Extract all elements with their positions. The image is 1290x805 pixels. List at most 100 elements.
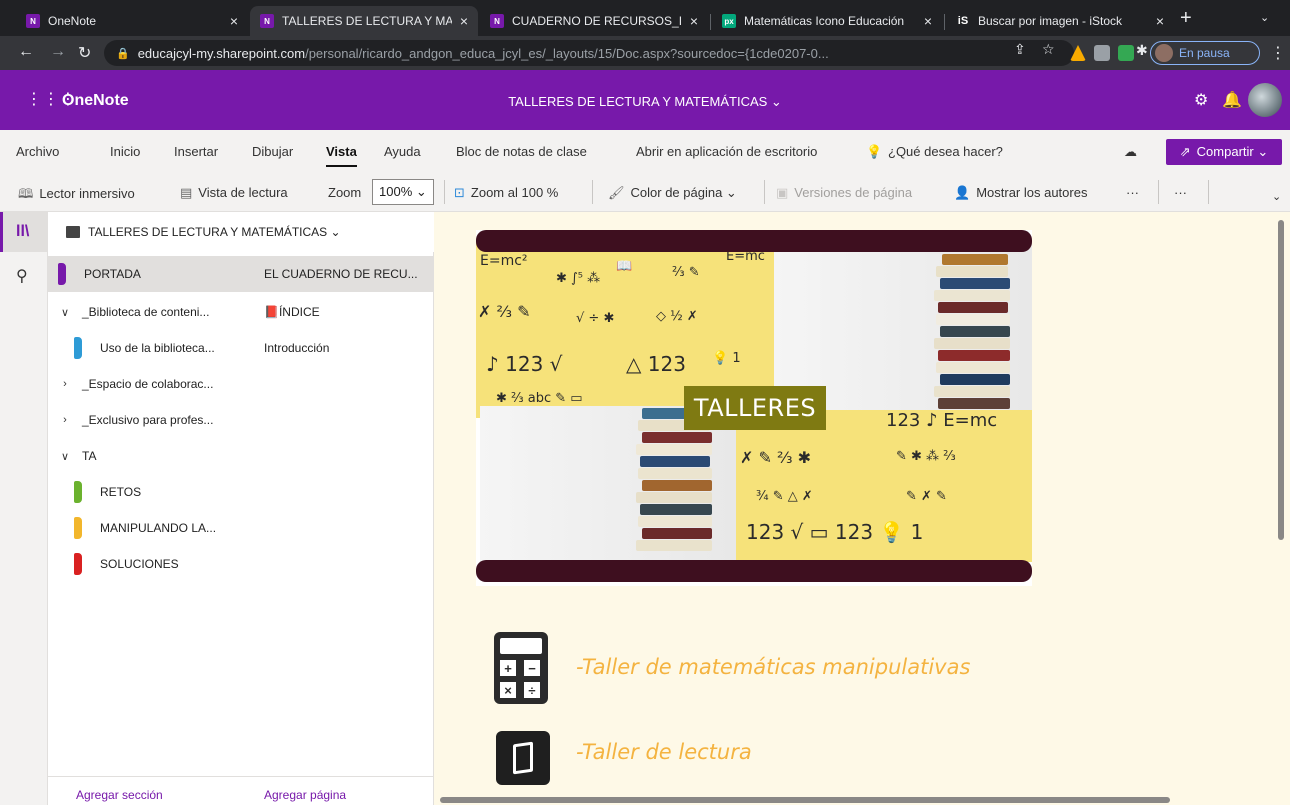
section-label: SOLUCIONES [100,557,179,571]
close-tab-icon[interactable]: × [690,13,698,29]
section-retos[interactable]: RETOS [48,474,244,510]
browser-tab-strip: N OneNote × N TALLERES DE LECTURA Y MA ×… [0,0,1290,36]
tab-search-chevron-icon[interactable]: ⌄ [1260,11,1269,24]
share-icon: ⇗ [1179,144,1191,159]
share-page-icon[interactable]: ⇪ [1014,41,1026,58]
immersive-reader-icon: 🕮 [18,186,34,201]
section-group-label: _Exclusivo para profes... [82,413,214,427]
taller-lectura-text: -Taller de lectura [576,740,752,764]
section-portada[interactable]: PORTADA [48,256,244,292]
tell-me-search[interactable]: ¿Qué desea hacer? [888,144,1003,159]
close-tab-icon[interactable]: × [230,13,238,29]
menu-dibujar[interactable]: Dibujar [252,144,293,159]
notebook-switcher[interactable]: TALLERES DE LECTURA Y MATEMÁTICAS ⌄ [48,212,433,252]
zoom-100-label: Zoom al 100 % [470,185,559,200]
close-tab-icon[interactable]: × [460,13,468,29]
onenote-favicon-icon: N [260,14,274,28]
pixabay-favicon-icon: px [722,14,736,28]
chevron-down-icon: ∨ [60,450,70,463]
more-options-icon[interactable]: ··· [1126,185,1139,200]
talleres-title: TALLERES [684,386,826,430]
menu-insertar[interactable]: Insertar [174,144,218,159]
add-section-button[interactable]: Agregar sección [76,788,163,802]
page-versions-button[interactable]: ▣ Versiones de página [776,185,912,201]
show-authors-label: Mostrar los autores [976,185,1088,200]
notebook-icon [66,226,80,238]
browser-tab-active[interactable]: N TALLERES DE LECTURA Y MA × [250,6,478,36]
page-item[interactable]: EL CUADERNO DE RECU... [244,256,434,292]
close-tab-icon[interactable]: × [1156,13,1164,29]
bookmark-star-icon[interactable]: ☆ [1042,41,1055,58]
menu-bloc-de-notas-de-clase[interactable]: Bloc de notas de clase [456,144,587,159]
share-button[interactable]: ⇗ Compartir ⌄ [1166,139,1282,165]
tab-title: OneNote [48,14,97,28]
separator [592,180,593,204]
notifications-bell-icon[interactable]: 🔔 [1222,90,1242,110]
ribbon-collapse-chevron-icon[interactable]: ⌄ [1272,190,1281,203]
add-page-button[interactable]: Agregar página [264,788,346,802]
user-avatar[interactable] [1248,83,1282,117]
menu-abrir-en-escritorio[interactable]: Abrir en aplicación de escritorio [636,144,817,159]
pane-divider [48,776,434,777]
horizontal-scrollbar[interactable] [440,797,1170,803]
page-color-label: Color de página ⌄ [630,185,737,200]
section-group-label: TA [82,449,97,463]
zoom-100-button[interactable]: ⊡ Zoom al 100 % [454,185,558,201]
brush-stroke-top [476,230,1032,252]
immersive-reader-button[interactable]: 🕮 Lector inmersivo [18,185,135,207]
browser-tab[interactable]: N CUADERNO DE RECURSOS_I × [480,6,708,36]
zoom-select[interactable]: 100% ⌄ [372,179,434,205]
menu-vista[interactable]: Vista [326,144,357,167]
extension-icon[interactable] [1094,45,1110,61]
browser-tab[interactable]: iS Buscar por imagen - iStock × [946,6,1174,36]
search-icon[interactable]: ⚲ [16,266,28,286]
cloud-sync-icon[interactable]: ☁ [1124,144,1137,160]
page-item[interactable]: Introducción [244,330,434,366]
more-options-icon[interactable]: ··· [1174,185,1187,200]
menu-ayuda[interactable]: Ayuda [384,144,421,159]
tab-title: Buscar por imagen - iStock [978,14,1123,28]
extension-green-icon[interactable] [1118,45,1134,61]
section-label: MANIPULANDO LA... [100,521,217,535]
onenote-favicon-icon: N [490,14,504,28]
profile-status: En pausa [1179,46,1230,60]
address-bar[interactable]: 🔒 educajcyl-my.sharepoint.com /personal/… [104,40,1074,66]
page-item[interactable]: 📕ÍNDICE [244,294,434,330]
section-uso-biblioteca[interactable]: Uso de la biblioteca... [48,330,244,366]
section-label: Uso de la biblioteca... [100,341,215,355]
reload-icon[interactable]: ↻ [78,43,91,63]
reading-view-button[interactable]: ▤ Vista de lectura [180,185,288,201]
close-tab-icon[interactable]: × [924,13,932,29]
show-authors-button[interactable]: 👤 Mostrar los autores [954,185,1087,201]
section-label: PORTADA [84,267,141,281]
chrome-menu-icon[interactable]: ⋮ [1270,43,1286,63]
page-versions-label: Versiones de página [794,185,913,200]
reading-view-label: Vista de lectura [198,185,288,200]
page-color-button[interactable]: 🖌 Color de página ⌄ [608,185,737,201]
document-title[interactable]: TALLERES DE LECTURA Y MATEMÁTICAS ⌄ [0,94,1290,110]
section-manipulando[interactable]: MANIPULANDO LA... [48,510,244,546]
back-icon[interactable]: ← [18,43,34,61]
settings-gear-icon[interactable]: ⚙ [1194,90,1208,110]
section-group-espacio[interactable]: › _Espacio de colaborac... [48,366,244,402]
notebooks-button[interactable]: ll\ [0,212,48,252]
section-color-tab [58,263,66,285]
page-label: Introducción [264,341,330,355]
menu-archivo[interactable]: Archivo [16,144,59,159]
new-tab-icon[interactable]: + [1180,7,1192,30]
extensions-puzzle-icon[interactable]: ✱ [1136,42,1148,59]
browser-tab[interactable]: N OneNote × [16,6,248,36]
section-group-biblioteca[interactable]: ∨ _Biblioteca de conteni... [48,294,244,330]
section-group-ta[interactable]: ∨ TA [48,438,244,474]
zoom-100-icon: ⊡ [454,185,465,200]
section-group-exclusivo[interactable]: › _Exclusivo para profes... [48,402,244,438]
profile-button[interactable]: En pausa [1150,41,1260,65]
vertical-scrollbar[interactable] [1278,220,1284,540]
tab-title: TALLERES DE LECTURA Y MA [282,14,452,28]
separator [1208,180,1209,204]
onenote-header: ⋮⋮⋮ OneNote TALLERES DE LECTURA Y MATEMÁ… [0,70,1290,130]
forward-icon[interactable]: → [50,43,66,61]
section-soluciones[interactable]: SOLUCIONES [48,546,244,582]
browser-tab[interactable]: px Matemáticas Icono Educación × [712,6,942,36]
menu-inicio[interactable]: Inicio [110,144,140,159]
